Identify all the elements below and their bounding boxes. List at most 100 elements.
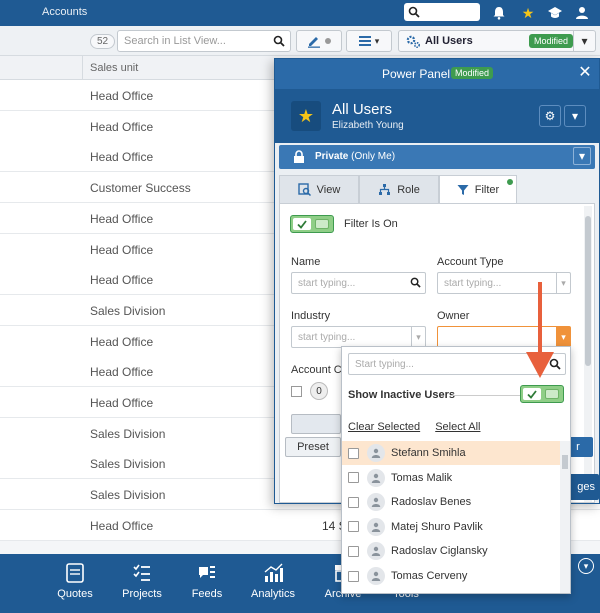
chevron-down-icon[interactable]: ▾ bbox=[556, 327, 570, 347]
user-avatar-icon bbox=[367, 468, 385, 487]
clear-selected-link[interactable]: Clear Selected bbox=[348, 421, 420, 433]
chevron-down-icon[interactable]: ▾ bbox=[578, 558, 594, 574]
show-inactive-toggle[interactable] bbox=[520, 385, 564, 403]
chevron-down-icon[interactable]: ▾ bbox=[411, 327, 425, 347]
breadcrumb[interactable]: Accounts bbox=[42, 6, 87, 18]
preset-button[interactable]: Preset bbox=[285, 437, 341, 457]
account-class-count: 0 bbox=[310, 382, 328, 400]
owner-list-item[interactable]: Stefann Smihla bbox=[342, 441, 560, 465]
view-selector[interactable]: All Users Modified ▾ bbox=[398, 30, 596, 52]
selection-links: Clear Selected Select All bbox=[348, 421, 492, 433]
sales-unit-cell: Head Office bbox=[90, 273, 154, 288]
quotes-icon bbox=[66, 563, 84, 583]
graduation-cap-icon[interactable] bbox=[545, 3, 565, 23]
list-menu-button[interactable]: ▾ bbox=[346, 30, 392, 52]
industry-label: Industry bbox=[291, 310, 331, 322]
power-panel-header: Power Panel Modified ✕ bbox=[275, 59, 599, 89]
list-view-search-input[interactable]: Search in List View... bbox=[117, 30, 291, 52]
owner-checkbox[interactable] bbox=[348, 570, 359, 582]
nav-item-projects[interactable]: Projects bbox=[107, 562, 177, 600]
privacy-label: Private (Only Me) bbox=[315, 151, 395, 162]
global-search[interactable] bbox=[404, 3, 480, 21]
panel-scrollbar[interactable] bbox=[584, 206, 592, 502]
chevron-down-icon[interactable]: ▾ bbox=[573, 31, 595, 51]
user-avatar-icon bbox=[367, 493, 385, 512]
owner-list-scrollbar[interactable] bbox=[560, 441, 570, 593]
favorite-star-icon[interactable]: ★ bbox=[291, 101, 321, 131]
scrollbar-thumb[interactable] bbox=[585, 216, 591, 366]
owner-checkbox[interactable] bbox=[348, 447, 359, 459]
privacy-selector[interactable]: Private (Only Me) ▾ bbox=[279, 145, 595, 169]
list-toolbar: 52 Search in List View... ▾ All Users Mo… bbox=[0, 26, 600, 56]
user-icon[interactable] bbox=[572, 3, 592, 23]
filter-toggle[interactable] bbox=[290, 215, 334, 233]
tab-view[interactable]: View bbox=[279, 175, 359, 203]
account-class-checkbox[interactable] bbox=[291, 386, 302, 397]
tab-filter[interactable]: Filter bbox=[439, 175, 517, 203]
owner-dropdown: Start typing... Show Inactive Users Clea… bbox=[341, 346, 571, 594]
owner-name: Tomas Malik bbox=[391, 471, 453, 484]
owner-name: Radoslav Ciglansky bbox=[391, 545, 488, 558]
owner-checkbox[interactable] bbox=[348, 545, 359, 557]
owner-list-item[interactable]: Tomas Malik bbox=[342, 466, 560, 490]
check-icon bbox=[523, 388, 541, 400]
owner-checkbox[interactable] bbox=[348, 472, 359, 484]
tab-label: Filter bbox=[474, 183, 500, 196]
close-icon[interactable]: ✕ bbox=[577, 65, 593, 81]
tab-role[interactable]: Role bbox=[359, 175, 439, 203]
owner-name: Matej Shuro Pavlik bbox=[391, 520, 483, 533]
owner-checkbox[interactable] bbox=[348, 521, 359, 533]
scrollbar-thumb[interactable] bbox=[562, 455, 568, 469]
filter-icon bbox=[457, 184, 469, 195]
top-bar: Accounts ★ bbox=[0, 0, 600, 26]
power-panel-title: Power Panel bbox=[382, 67, 451, 81]
hierarchy-icon bbox=[379, 184, 391, 195]
column-header-sales-unit[interactable]: Sales unit bbox=[90, 62, 138, 74]
highlight-button[interactable] bbox=[296, 30, 342, 52]
power-panel-status-badge: Modified bbox=[451, 67, 494, 79]
select-all-link[interactable]: Select All bbox=[435, 421, 480, 433]
owner-list-item[interactable]: Radoslav Benes bbox=[342, 490, 560, 514]
chevron-down-icon[interactable]: ▾ bbox=[573, 147, 591, 165]
filter-toggle-row: Filter Is On bbox=[290, 214, 398, 234]
view-icon bbox=[297, 183, 311, 196]
user-avatar-icon bbox=[367, 567, 385, 585]
nav-item-label: Feeds bbox=[191, 588, 223, 600]
owner-checkbox[interactable] bbox=[348, 496, 359, 508]
nav-item-quotes[interactable]: Quotes bbox=[40, 562, 110, 600]
owner-list-item[interactable]: Matej Shuro Pavlik bbox=[342, 515, 560, 539]
owner-search-placeholder: Start typing... bbox=[355, 359, 414, 370]
nav-item-label: Analytics bbox=[250, 588, 296, 600]
show-inactive-label: Show Inactive Users bbox=[348, 389, 455, 401]
account-class-label: Account Cl bbox=[291, 364, 345, 376]
user-avatar-icon bbox=[367, 517, 385, 536]
save-changes-button[interactable]: ges bbox=[567, 474, 599, 500]
chevron-down-icon[interactable]: ▾ bbox=[556, 273, 570, 293]
sales-unit-cell: Head Office bbox=[90, 119, 154, 134]
search-icon bbox=[273, 35, 285, 47]
sales-unit-cell: Head Office bbox=[90, 334, 154, 349]
nav-item-analytics[interactable]: Analytics bbox=[238, 562, 308, 600]
select-button-partial[interactable] bbox=[291, 414, 341, 434]
sales-unit-cell: Sales Division bbox=[90, 426, 166, 441]
chevron-down-icon[interactable]: ▾ bbox=[564, 105, 586, 127]
star-icon[interactable]: ★ bbox=[518, 3, 538, 23]
owner-list-item[interactable]: Tomas Cerveny bbox=[342, 564, 560, 588]
sales-unit-cell: Sales Division bbox=[90, 303, 166, 318]
list-view-search-placeholder: Search in List View... bbox=[124, 35, 226, 47]
owner-list-item[interactable]: Radoslav Ciglansky bbox=[342, 539, 560, 563]
bell-icon[interactable] bbox=[489, 3, 509, 23]
gear-icon[interactable]: ⚙ bbox=[539, 105, 561, 127]
user-avatar-icon bbox=[367, 542, 385, 561]
menu-icon bbox=[358, 36, 371, 46]
column-divider bbox=[82, 56, 83, 80]
nav-item-feeds[interactable]: Feeds bbox=[172, 562, 242, 600]
nav-item-label: Projects bbox=[122, 588, 162, 600]
sales-unit-cell: Sales Division bbox=[90, 488, 166, 503]
name-input[interactable]: start typing... bbox=[291, 272, 426, 294]
owner-label: Owner bbox=[437, 310, 470, 322]
owner-name: Radoslav Benes bbox=[391, 496, 472, 509]
account-type-label: Account Type bbox=[437, 256, 504, 268]
industry-input[interactable]: start typing... ▾ bbox=[291, 326, 426, 348]
nav-item-label: Quotes bbox=[57, 588, 93, 600]
